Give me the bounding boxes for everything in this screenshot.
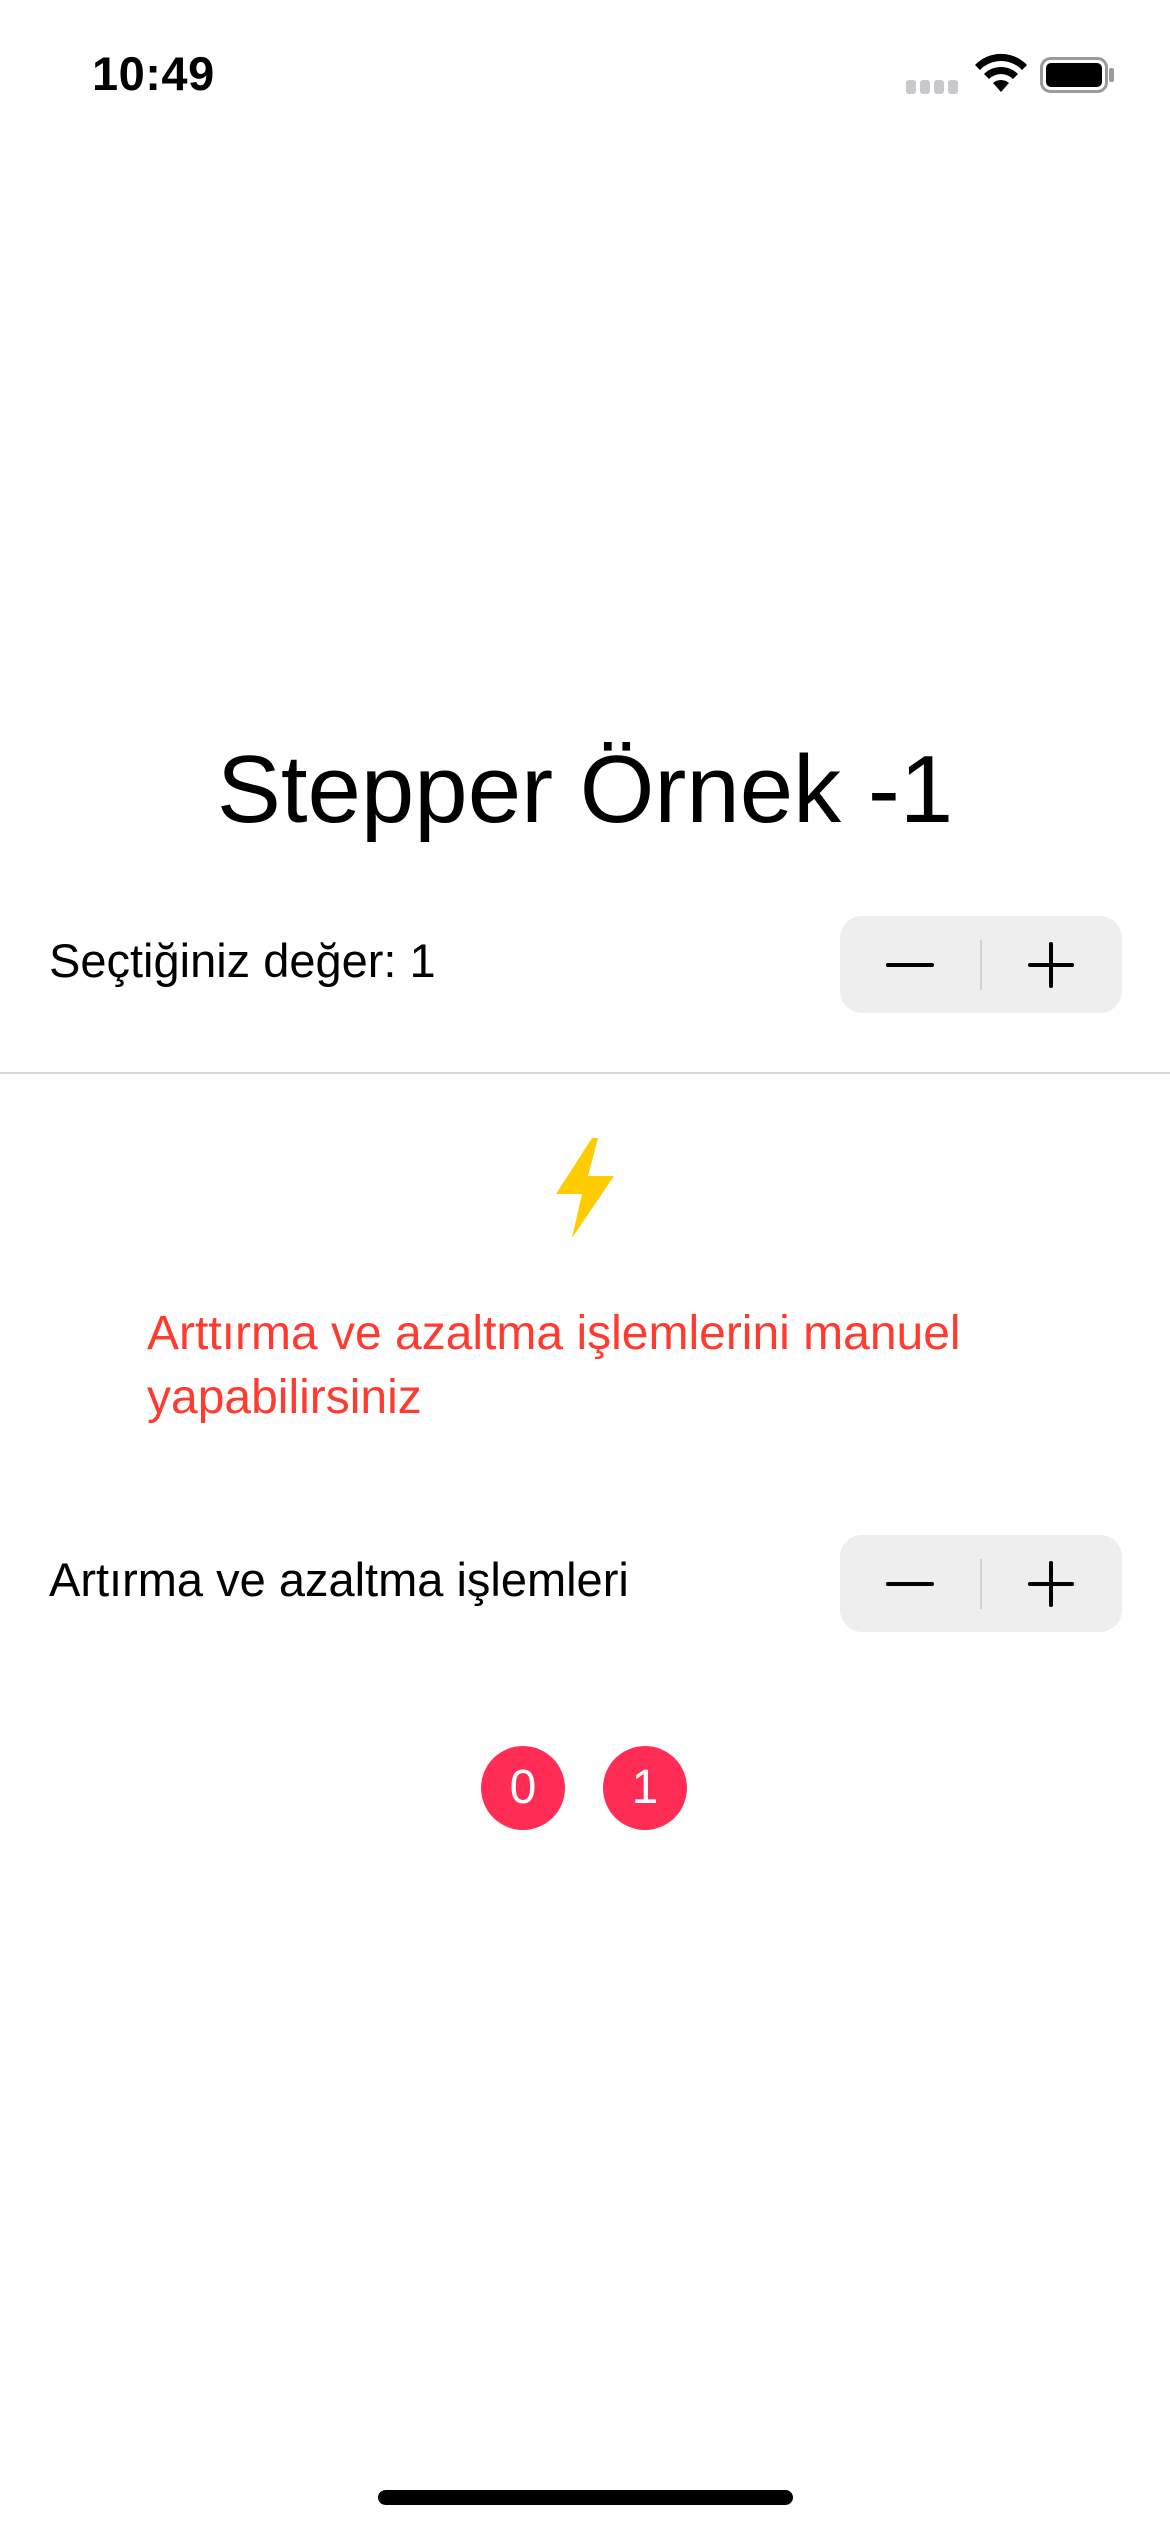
battery-icon — [1040, 57, 1114, 93]
counter-badges: 0 1 — [0, 1746, 1170, 1832]
status-time: 10:49 — [92, 47, 215, 100]
stepper-two-label: Artırma ve azaltma işlemleri — [49, 1553, 629, 1606]
minus-icon — [886, 1582, 934, 1586]
stepper-one-label: Seçtiğiniz değer: 1 — [49, 934, 436, 987]
stepper-one-increment-button[interactable] — [981, 916, 1122, 1013]
manual-instruction-text: Arttırma ve azaltma işlemlerini manuel y… — [147, 1307, 961, 1424]
stepper-two-decrement-button[interactable] — [840, 1535, 981, 1632]
stepper-one-decrement-button[interactable] — [840, 916, 981, 1013]
counter-badge: 0 — [481, 1746, 565, 1830]
home-indicator[interactable] — [378, 2490, 793, 2505]
stepper-one[interactable] — [840, 916, 1122, 1013]
cellular-signal-icon — [906, 80, 958, 94]
stepper-two-increment-button[interactable] — [981, 1535, 1122, 1632]
app-screen: 10:49 Stepper Örnek -1 Seçtiğiniz değer:… — [0, 0, 1170, 2532]
divider — [0, 1072, 1170, 1074]
counter-badge: 1 — [603, 1746, 687, 1830]
stepper-two[interactable] — [840, 1535, 1122, 1632]
page-title: Stepper Örnek -1 — [216, 736, 954, 843]
minus-icon — [886, 963, 934, 967]
lightning-bolt-icon — [556, 1138, 614, 1238]
wifi-icon — [975, 53, 1027, 92]
status-bar: 10:49 — [0, 0, 1170, 140]
